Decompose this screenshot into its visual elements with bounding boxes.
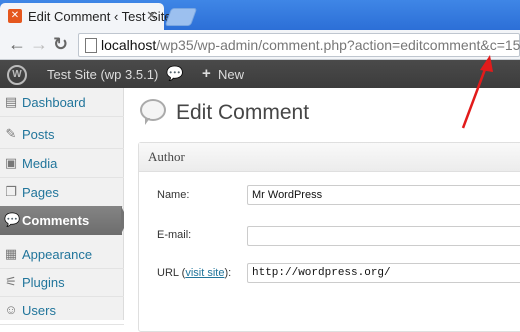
- dashboard-icon: ▤: [4, 94, 18, 109]
- name-label: Name:: [157, 189, 190, 201]
- sidebar-item-appearance[interactable]: ▦ Appearance: [0, 240, 124, 269]
- sidebar-item-dashboard[interactable]: ▤ Dashboard: [0, 88, 124, 117]
- sidebar-item-label: Users: [22, 303, 56, 318]
- wordpress-logo-icon: W: [7, 65, 27, 85]
- new-tab-button[interactable]: [164, 8, 198, 26]
- main-content: Edit Comment Author Name: Mr WordPress E…: [124, 88, 520, 332]
- sidebar-item-label: Plugins: [22, 275, 65, 290]
- new-content-link[interactable]: New: [218, 67, 244, 82]
- name-field[interactable]: Mr WordPress: [247, 185, 520, 205]
- sidebar-item-posts[interactable]: ✎ Posts: [0, 120, 124, 149]
- sidebar-item-users[interactable]: ☺ Users: [0, 296, 124, 325]
- appearance-icon: ▦: [4, 246, 18, 261]
- wordpress-logo-button[interactable]: W: [0, 60, 32, 88]
- comment-bubble-icon: [140, 99, 166, 125]
- sidebar-item-label: Appearance: [22, 247, 93, 262]
- browser-tab-strip: ✕ Edit Comment ‹ Test Site ✕: [0, 0, 520, 30]
- users-icon: ☺: [4, 302, 18, 317]
- site-name-link[interactable]: Test Site (wp 3.5.1): [47, 67, 158, 82]
- url-field[interactable]: http://wordpress.org/: [247, 263, 520, 283]
- back-button[interactable]: ←: [8, 34, 26, 54]
- url-text: localhost/wp35/wp-admin/comment.php?acti…: [101, 37, 520, 53]
- sidebar-item-label: Posts: [22, 127, 55, 142]
- plus-icon: +: [202, 65, 211, 82]
- email-field[interactable]: [247, 226, 520, 246]
- sidebar-item-media[interactable]: ▣ Media: [0, 149, 124, 178]
- postbox-title: Author: [148, 149, 185, 164]
- email-label: E-mail:: [157, 229, 192, 241]
- page-title: Edit Comment: [176, 101, 310, 124]
- url-path: /wp35/wp-admin/comment.php?action=editco…: [156, 37, 520, 53]
- browser-toolbar: ← → ↻ localhost/wp35/wp-admin/comment.ph…: [0, 30, 520, 60]
- sidebar-item-label: Pages: [22, 185, 59, 200]
- url-label-suffix: ):: [224, 267, 232, 279]
- author-postbox: Author Name: Mr WordPress E-mail: URL (v…: [138, 142, 520, 332]
- url-label-prefix: URL (: [157, 267, 186, 279]
- url-host: localhost: [101, 37, 157, 53]
- sidebar-item-plugins[interactable]: ⚟ Plugins: [0, 268, 124, 297]
- wp-admin-bar: W Test Site (wp 3.5.1) 💬 + New: [0, 60, 520, 88]
- url-label: URL (visit site):: [157, 267, 231, 279]
- sidebar-item-pages[interactable]: ❐ Pages: [0, 178, 124, 207]
- joomla-favicon-icon: ✕: [8, 9, 22, 23]
- comment-bubble-icon[interactable]: 💬: [166, 65, 183, 82]
- plugins-icon: ⚟: [5, 274, 17, 289]
- pages-icon: ❐: [5, 184, 17, 199]
- visit-site-link[interactable]: visit site: [185, 267, 224, 279]
- admin-sidebar: ▤ Dashboard ✎ Posts ▣ Media ❐ Pages 💬 Co…: [0, 88, 128, 325]
- reload-button[interactable]: ↻: [53, 34, 68, 54]
- pin-icon: ✎: [5, 126, 17, 141]
- sidebar-item-label: Media: [22, 156, 58, 171]
- sidebar-item-label: Dashboard: [22, 95, 86, 110]
- comments-icon: 💬: [4, 212, 21, 227]
- postbox-header: Author: [139, 143, 520, 172]
- media-icon: ▣: [4, 155, 18, 170]
- address-bar[interactable]: localhost/wp35/wp-admin/comment.php?acti…: [78, 33, 520, 57]
- sidebar-item-comments[interactable]: 💬 Comments: [0, 206, 128, 235]
- tab-close-icon[interactable]: ✕: [146, 8, 157, 24]
- page-icon: [85, 38, 97, 53]
- browser-tab[interactable]: ✕ Edit Comment ‹ Test Site ✕: [0, 3, 172, 30]
- forward-button[interactable]: →: [30, 34, 48, 54]
- sidebar-item-label: Comments: [22, 213, 90, 228]
